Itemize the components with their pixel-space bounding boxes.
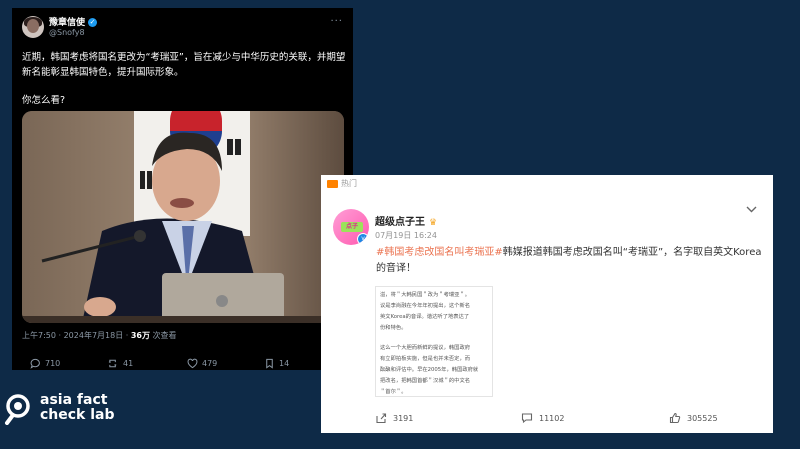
bookmark-button[interactable]: 14	[264, 358, 289, 369]
image-text-line: 有立即拍板实施，但是也并未否定，而	[380, 356, 471, 362]
tweet-meta: 上午7:50 · 2024年7月18日 · 36万 次查看	[22, 330, 177, 341]
weibo-timestamp[interactable]: 07月19日 16:24	[375, 230, 437, 241]
magnifier-logo-icon	[5, 394, 30, 425]
image-text-line: 溢，将＂大韩民国＂改为＂考瑞亚＂。	[380, 292, 471, 298]
tweet-timestamp[interactable]: 上午7:50 · 2024年7月18日 ·	[22, 331, 131, 340]
hot-label-text: 热门	[341, 179, 357, 188]
bookmark-count: 14	[279, 359, 290, 368]
comment-count: 11102	[539, 413, 565, 423]
tweet-avatar[interactable]	[22, 16, 44, 38]
reply-icon	[30, 358, 40, 369]
weibo-image[interactable]: 溢，将＂大韩民国＂改为＂考瑞亚＂。 议是李尚融在今年年初提出，这个新名 英文Ko…	[375, 286, 493, 397]
weibo-avatar[interactable]: 点子 v	[333, 209, 369, 245]
thumbs-up-icon	[669, 412, 681, 424]
chevron-down-icon[interactable]	[746, 205, 757, 216]
share-button[interactable]: 3191	[375, 412, 413, 424]
retweet-icon	[108, 359, 117, 368]
bookmark-icon	[266, 358, 273, 369]
heart-icon	[187, 358, 198, 369]
image-text-line: 把改名，把韩国首都＂汉城＂的中文名	[380, 378, 471, 384]
retweet-button[interactable]: 41	[108, 358, 133, 369]
reply-count: 710	[45, 359, 61, 368]
like-button[interactable]: 305525	[669, 412, 718, 424]
comment-icon	[521, 413, 533, 424]
share-count: 3191	[393, 413, 414, 423]
logo-text-line2: check lab	[40, 407, 115, 423]
logo-text: asia fact check lab	[40, 393, 115, 423]
more-horizontal-icon[interactable]: ···	[330, 16, 343, 27]
asia-fact-check-lab-logo: asia fact check lab	[4, 390, 134, 430]
comment-button[interactable]: 11102	[521, 412, 564, 424]
tweet-text-paragraph: 近期，韩国考虑将国名更改为“考瑞亚”，旨在减少与中华历史的关联，并期望新名能彰显…	[22, 52, 346, 78]
like-count: 305525	[687, 413, 718, 423]
image-text-line: 酝酿和评估中。早在2005年，韩国政府就	[380, 367, 479, 373]
image-text-line: 英文Korea的音译。谐达听了地表达了	[380, 314, 470, 320]
tweet-action-bar: 710 41 479 14	[22, 358, 342, 372]
reply-button[interactable]: 710	[30, 358, 60, 369]
image-text-line: ＂首尔＂。	[380, 389, 407, 395]
image-text-line: 这么一个大胆而新鲜的提议，韩国政府	[380, 345, 471, 351]
hot-label: 热门	[327, 178, 357, 189]
tweet-text-question: 你怎么看?	[22, 95, 66, 106]
tweet-view-count: 36万	[130, 331, 150, 340]
tweet-view-label: 次查看	[150, 331, 177, 340]
tweet-card: 豫章信使 ✓ @Snofy8 ··· 近期，韩国考虑将国名更改为“考瑞亚”，旨在减…	[12, 8, 353, 370]
tweet-author-handle[interactable]: @Snofy8	[49, 28, 85, 37]
weibo-card: 热门 点子 v 超级点子王 ♛ 07月19日 16:24 #韩国考虑改国名叫考瑞亚…	[321, 175, 773, 433]
hot-icon	[327, 179, 338, 188]
crown-icon: ♛	[429, 218, 438, 228]
image-text-line: 议是李尚融在今年年初提出，这个新名	[380, 303, 471, 309]
verified-badge-icon: ✓	[88, 18, 98, 27]
weibo-author-name[interactable]: 超级点子王 ♛	[375, 213, 437, 228]
weibo-hashtag[interactable]: #韩国考虑改国名叫考瑞亚#	[376, 247, 503, 258]
image-text-gap	[380, 334, 492, 343]
retweet-count: 41	[123, 359, 134, 368]
logo-text-line1: asia fact	[40, 392, 108, 408]
tweet-photo-image	[22, 111, 344, 323]
verified-badge-icon: v	[357, 233, 369, 245]
like-count: 479	[202, 359, 218, 368]
weibo-text: #韩国考虑改国名叫考瑞亚#韩媒报道韩国考虑改国名叫“考瑞亚”，名字取自英文Kor…	[376, 245, 766, 277]
share-icon	[376, 413, 387, 424]
tweet-photo[interactable]	[22, 111, 344, 323]
tweet-author-name[interactable]: 豫章信使 ✓	[49, 15, 98, 28]
weibo-avatar-badge: 点子	[341, 222, 363, 232]
weibo-action-bar: 3191 11102 305525	[321, 412, 773, 426]
like-button[interactable]: 479	[187, 358, 217, 369]
image-text-line: 份和特色。	[380, 325, 407, 331]
